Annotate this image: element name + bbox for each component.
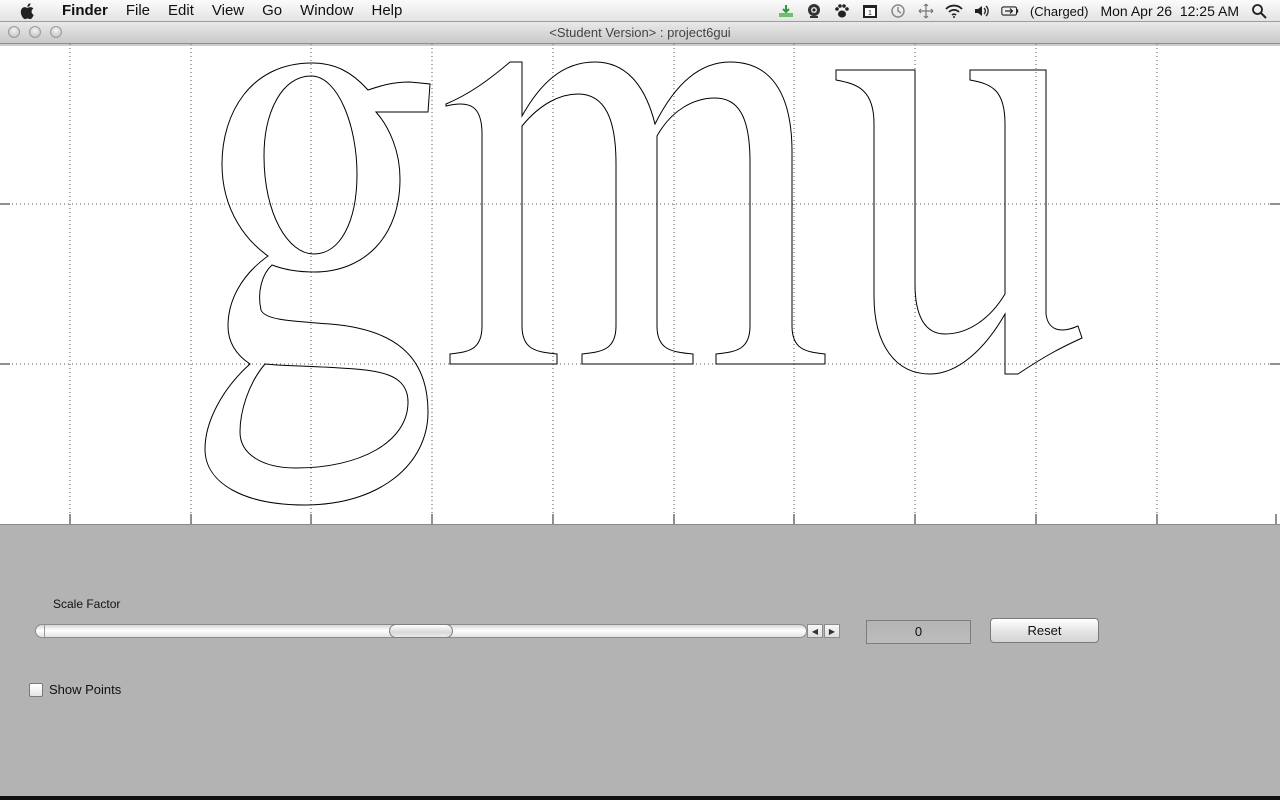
reset-button[interactable]: Reset xyxy=(990,618,1099,643)
glyph-u-outline xyxy=(835,69,1083,375)
download-icon[interactable] xyxy=(777,2,795,20)
slider-right-arrow-icon[interactable]: ▶ xyxy=(824,624,840,638)
svg-text:1: 1 xyxy=(868,10,872,17)
glyph-m-outline xyxy=(445,61,826,365)
calendar-icon[interactable]: 1 xyxy=(861,2,879,20)
menu-edit[interactable]: Edit xyxy=(159,0,203,22)
glyph-g-outline xyxy=(204,62,431,506)
plot-axes[interactable] xyxy=(0,44,1280,524)
scale-factor-label: Scale Factor xyxy=(53,597,121,611)
slider-left-arrow-icon[interactable]: ◀ xyxy=(807,624,823,638)
battery-icon[interactable] xyxy=(1001,2,1019,20)
plot-canvas xyxy=(0,44,1280,524)
grid-lines xyxy=(0,44,1280,524)
axis-ticks xyxy=(0,44,1280,524)
battery-status-text: (Charged) xyxy=(1029,3,1089,19)
dock-edge xyxy=(0,796,1280,800)
time-machine-icon[interactable] xyxy=(889,2,907,20)
menu-view[interactable]: View xyxy=(203,0,253,22)
show-points-checkbox-group[interactable]: Show Points xyxy=(29,682,121,697)
paw-icon[interactable] xyxy=(833,2,851,20)
slider-left-cap xyxy=(36,625,45,639)
scale-factor-slider[interactable]: ◀ ▶ xyxy=(35,624,840,639)
menu-bar: Finder File Edit View Go Window Help 1 (… xyxy=(0,0,1280,22)
menu-go[interactable]: Go xyxy=(253,0,291,22)
menu-help[interactable]: Help xyxy=(363,0,412,22)
slider-thumb[interactable] xyxy=(389,624,453,638)
webcam-icon[interactable] xyxy=(805,2,823,20)
menu-app-name[interactable]: Finder xyxy=(53,0,117,22)
window-titlebar[interactable]: <Student Version> : project6gui xyxy=(0,22,1280,44)
scale-value-field[interactable]: 0 xyxy=(866,620,971,644)
move-icon[interactable] xyxy=(917,2,935,20)
menu-clock[interactable]: Mon Apr 26 12:25 AM xyxy=(1100,3,1239,19)
show-points-checkbox[interactable] xyxy=(29,682,43,697)
show-points-label[interactable]: Show Points xyxy=(49,682,121,697)
spotlight-search-icon[interactable] xyxy=(1250,2,1268,20)
menu-window[interactable]: Window xyxy=(291,0,362,22)
wifi-icon[interactable] xyxy=(945,2,963,20)
window-title: <Student Version> : project6gui xyxy=(549,25,731,40)
menu-file[interactable]: File xyxy=(117,0,159,22)
apple-menu-icon[interactable] xyxy=(17,0,39,22)
control-panel: Scale Factor ◀ ▶ 0 Reset Show Points xyxy=(0,524,1280,796)
volume-icon[interactable] xyxy=(973,2,991,20)
